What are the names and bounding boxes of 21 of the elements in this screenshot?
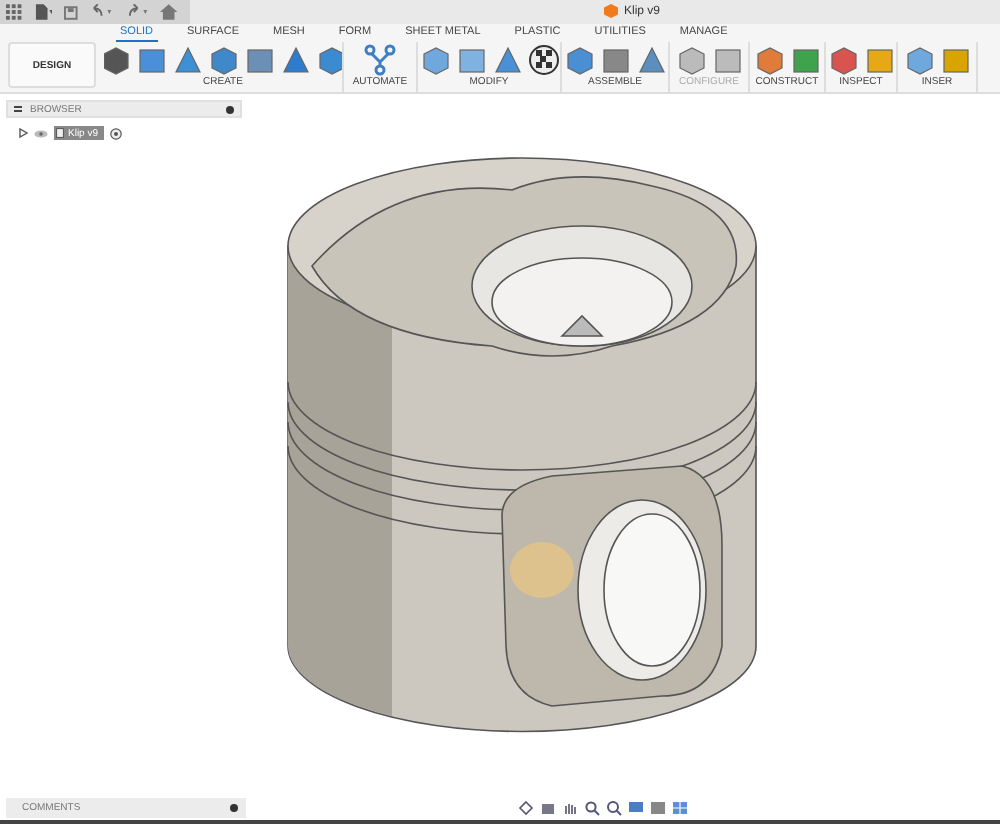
pin-dot-icon[interactable] (230, 804, 238, 812)
tree-node-icon[interactable] (364, 43, 396, 75)
collapse-icon[interactable] (14, 106, 22, 112)
redo-icon[interactable] (125, 4, 149, 20)
save-icon[interactable] (64, 5, 79, 19)
file-icon[interactable] (33, 4, 53, 20)
undo-icon[interactable] (90, 4, 114, 20)
zoom-icon[interactable] (584, 800, 600, 816)
checker-sphere-icon[interactable] (527, 43, 559, 75)
expand-triangle-icon[interactable] (18, 128, 28, 138)
fit-icon[interactable] (606, 800, 622, 816)
orbit-icon[interactable] (518, 800, 534, 816)
document-icon (56, 128, 64, 138)
cube-icon (604, 4, 618, 18)
grid-menu-icon[interactable] (6, 4, 22, 20)
viewport-icon[interactable] (672, 800, 688, 816)
target-icon[interactable] (110, 127, 123, 139)
home-icon[interactable] (160, 4, 179, 20)
display-icon[interactable] (628, 800, 644, 816)
pin-dot-icon[interactable] (226, 105, 234, 113)
eye-icon[interactable] (34, 129, 48, 137)
